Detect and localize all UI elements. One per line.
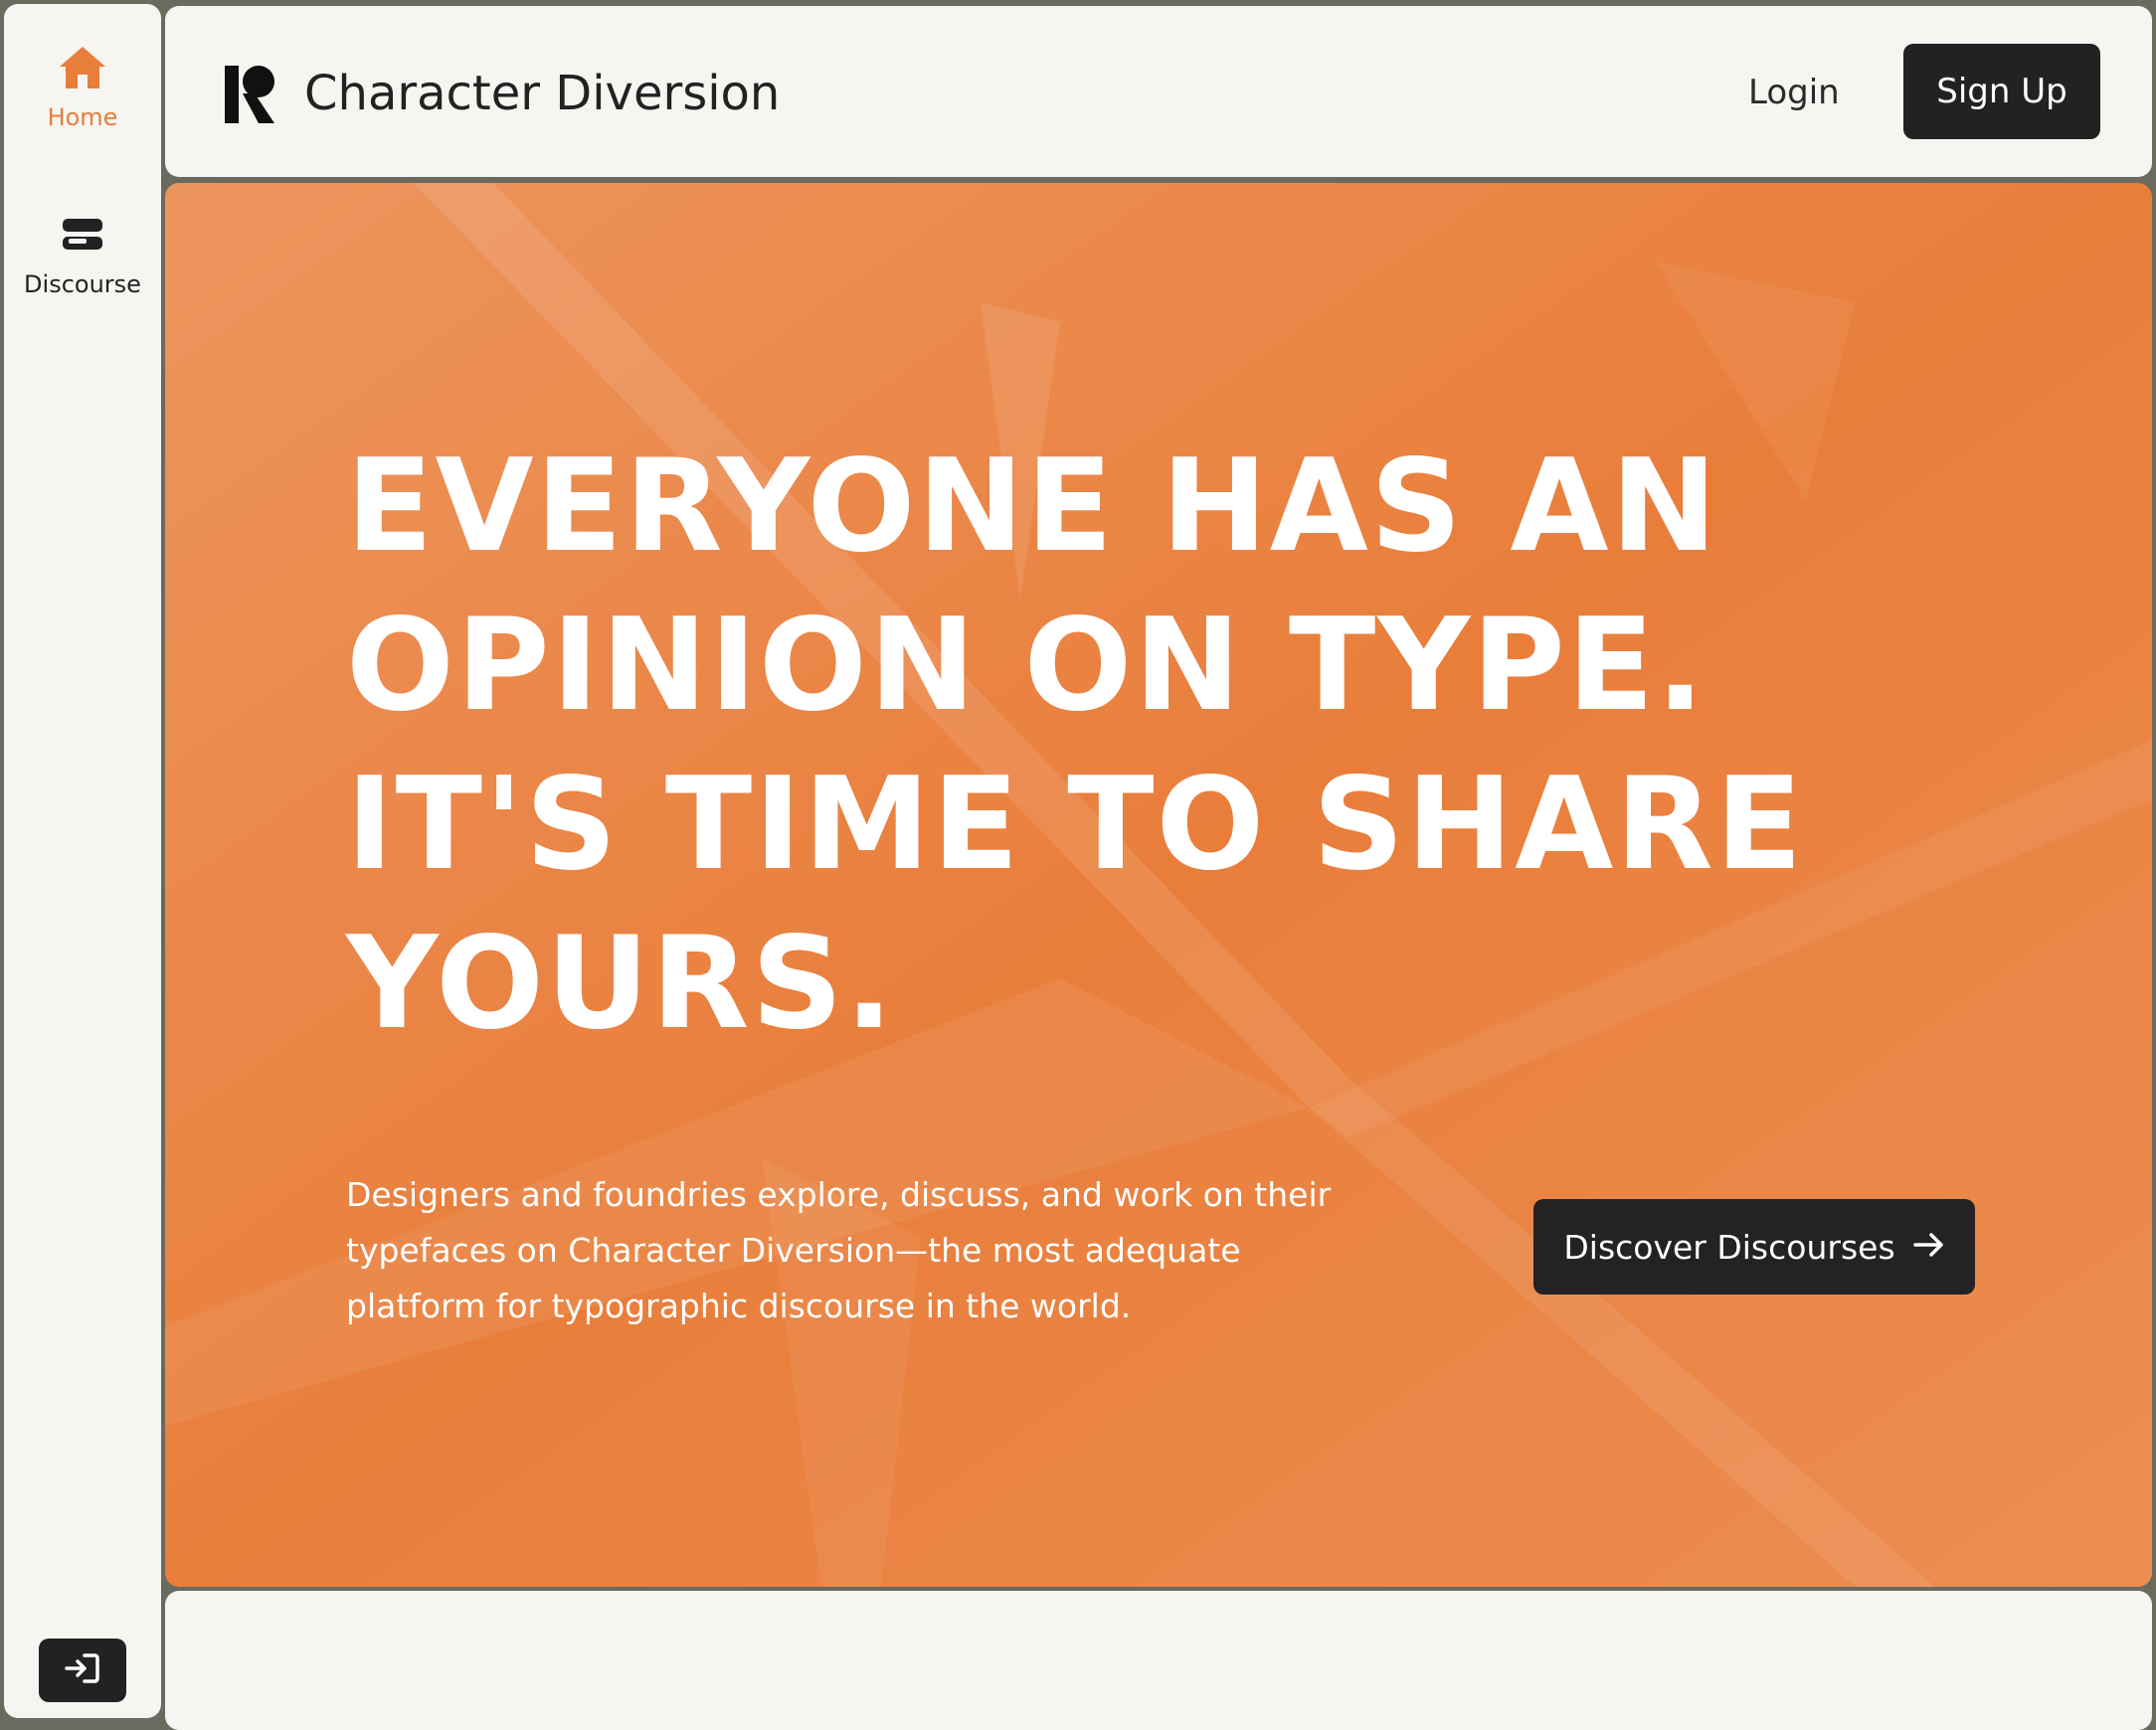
hero-section: EVERYONE HAS AN OPINION ON TYPE. IT'S TI… <box>165 183 2152 1587</box>
discourse-icon <box>53 205 112 264</box>
hero-description: Designers and foundries explore, discuss… <box>346 1175 1332 1325</box>
sidebar-login-button[interactable] <box>39 1639 126 1702</box>
arrow-right-icon <box>1912 1228 1945 1267</box>
discover-discourses-button[interactable]: Discover Discourses <box>1533 1199 1975 1295</box>
discover-discourses-label: Discover Discourses <box>1563 1227 1895 1267</box>
home-icon <box>53 38 112 97</box>
sidebar-item-label: Discourse <box>24 270 141 298</box>
headline-line: YOURS. <box>346 910 896 1058</box>
content-panel <box>165 1591 2152 1730</box>
headline-line: OPINION ON TYPE. <box>346 592 1707 740</box>
brand-name[interactable]: Character Diversion <box>304 64 780 123</box>
login-icon <box>65 1652 100 1688</box>
headline-line: IT'S TIME TO SHARE <box>346 751 1805 899</box>
headline-line: EVERYONE HAS AN <box>346 432 1719 581</box>
login-link[interactable]: Login <box>1748 72 1840 113</box>
brand-logo-icon[interactable] <box>225 64 276 125</box>
sidebar: Home Discourse <box>4 4 161 1718</box>
hero-headline: EVERYONE HAS AN OPINION ON TYPE. IT'S TI… <box>346 428 2037 1064</box>
sidebar-item-discourse[interactable]: Discourse <box>4 205 161 298</box>
sidebar-item-home[interactable]: Home <box>4 38 161 131</box>
sign-up-button[interactable]: Sign Up <box>1903 44 2100 139</box>
sidebar-item-label: Home <box>47 103 118 131</box>
top-header: Character Diversion Login Sign Up <box>165 6 2152 177</box>
